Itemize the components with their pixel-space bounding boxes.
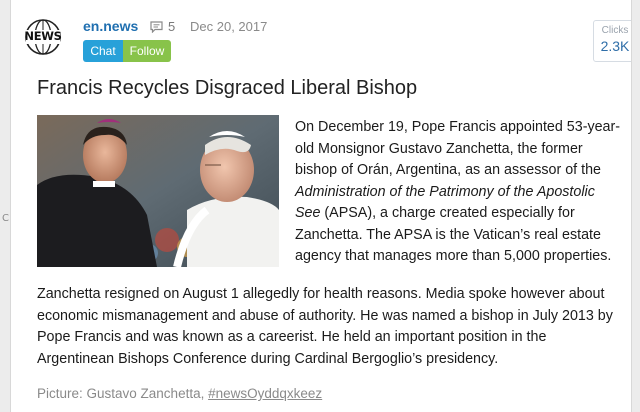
comment-icon xyxy=(150,20,163,33)
offscreen-fragment: C xyxy=(2,213,9,224)
clicks-value: 2.3K xyxy=(600,38,630,54)
article-paragraph-1: On December 19, Pope Francis appointed 5… xyxy=(295,117,623,268)
avatar-logo-text: NEWS xyxy=(24,29,62,43)
caption-text: Picture: Gustavo Zanchetta, xyxy=(37,386,209,401)
chat-button[interactable]: Chat xyxy=(83,40,123,62)
clicks-counter: Clicks 2.3K xyxy=(593,20,631,62)
source-avatar[interactable]: NEWS xyxy=(24,18,62,56)
comment-count[interactable]: 5 xyxy=(150,19,175,34)
photo-caption: Picture: Gustavo Zanchetta, #newsOyddqxk… xyxy=(37,386,322,401)
hashtag-link[interactable]: #newsOyddqxkeez xyxy=(208,386,322,401)
article-photo[interactable] xyxy=(37,115,279,267)
follow-button[interactable]: Follow xyxy=(123,40,171,62)
comment-count-value: 5 xyxy=(168,19,176,34)
news-post-card: NEWS en.news 5 Dec 20, 2017 Chat Follow … xyxy=(10,0,632,412)
paragraph-1-text-a: On December 19, Pope Francis appointed 5… xyxy=(295,119,621,178)
photo-bishop-and-pope xyxy=(37,115,279,267)
paragraph-1-text-b: (APSA), a charge created especially for … xyxy=(295,205,612,264)
post-title[interactable]: Francis Recycles Disgraced Liberal Bisho… xyxy=(37,77,417,100)
source-name-link[interactable]: en.news xyxy=(83,18,138,34)
clicks-label: Clicks xyxy=(601,25,629,36)
article-paragraph-2: Zanchetta resigned on August 1 allegedly… xyxy=(37,286,613,367)
post-date: Dec 20, 2017 xyxy=(190,19,268,34)
